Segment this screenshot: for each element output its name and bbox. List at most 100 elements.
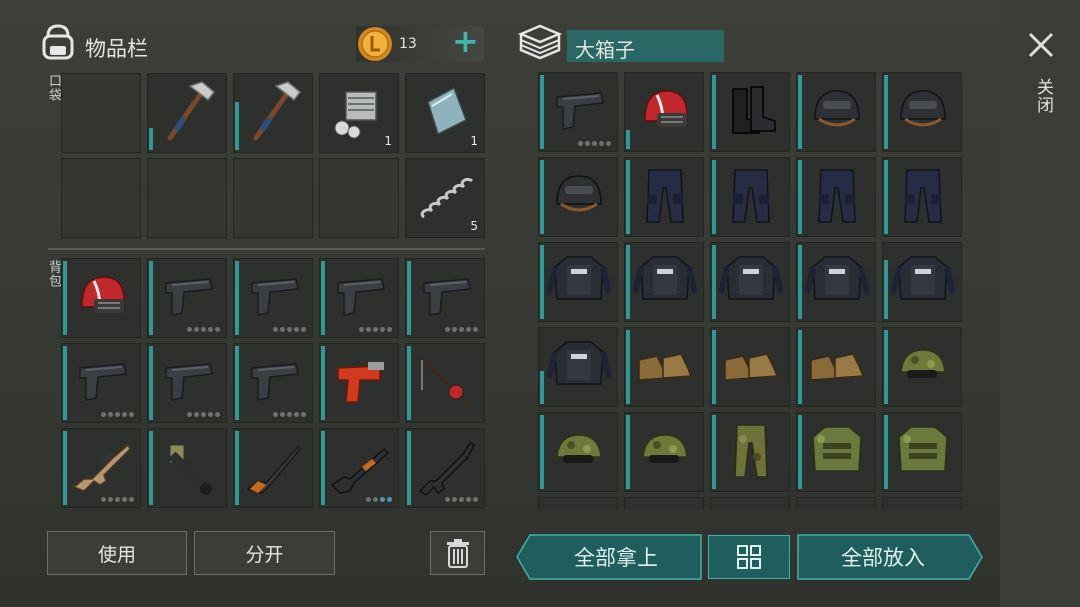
chest-slot[interactable] <box>624 157 704 237</box>
backpack-slot[interactable] <box>147 258 227 338</box>
police-vest-icon <box>719 256 783 300</box>
backpack-slot[interactable] <box>61 258 141 338</box>
backpack-slot[interactable] <box>61 343 141 423</box>
section-divider <box>48 248 485 250</box>
backpack-slot[interactable] <box>319 258 399 338</box>
chest-slot[interactable] <box>538 327 618 407</box>
chest-slot[interactable] <box>710 412 790 492</box>
durability-bar <box>626 160 630 234</box>
put-all-button[interactable]: 全部放入 <box>797 534 969 580</box>
chest-slot[interactable] <box>796 497 876 510</box>
chest-slot[interactable] <box>796 72 876 152</box>
chest-slot[interactable] <box>882 242 962 322</box>
close-button[interactable]: 关闭 <box>1031 78 1056 114</box>
pocket-slot[interactable]: 5 <box>405 158 485 238</box>
durability-bar <box>540 75 544 149</box>
chest-slot[interactable] <box>710 497 790 510</box>
backpack-slot[interactable] <box>319 343 399 423</box>
durability-bar <box>712 75 716 149</box>
chest-slot[interactable] <box>882 327 962 407</box>
ammo-dots <box>273 412 306 417</box>
spring-icon <box>420 177 474 219</box>
chest-slot[interactable] <box>882 72 962 152</box>
sort-button[interactable] <box>708 535 790 579</box>
chest-slot[interactable] <box>796 157 876 237</box>
chest-slot[interactable] <box>538 72 618 152</box>
chest-slot[interactable] <box>796 327 876 407</box>
ammo-dots <box>359 327 392 332</box>
chest-slot[interactable] <box>882 497 962 510</box>
backpack-icon <box>42 24 74 60</box>
hatchet-icon <box>253 81 302 141</box>
pistol-icon <box>556 92 604 130</box>
military-helmet-icon <box>556 175 602 212</box>
durability-bar <box>149 346 153 420</box>
tan-boots-icon <box>724 353 779 381</box>
backpack-slot[interactable] <box>405 343 485 423</box>
pocket-slot[interactable]: 1 <box>405 73 485 153</box>
pocket-slot[interactable] <box>233 73 313 153</box>
backpack-slot[interactable] <box>147 428 227 508</box>
chest-slot[interactable] <box>710 157 790 237</box>
backpack-slot[interactable] <box>233 343 313 423</box>
use-button[interactable]: 使用 <box>47 531 187 575</box>
chest-slot[interactable] <box>624 327 704 407</box>
coin-icon <box>358 27 392 61</box>
pocket-slot[interactable] <box>319 158 399 238</box>
backpack-slot[interactable] <box>405 258 485 338</box>
chest-slot[interactable] <box>882 412 962 492</box>
pocket-slot[interactable]: 1 <box>319 73 399 153</box>
chest-slot[interactable] <box>796 412 876 492</box>
backpack-slot[interactable] <box>147 343 227 423</box>
chest-slot[interactable] <box>710 327 790 407</box>
chest-slot[interactable] <box>882 157 962 237</box>
trash-button[interactable] <box>430 531 485 575</box>
durability-bar <box>798 415 802 489</box>
tan-boots-icon <box>810 353 865 381</box>
pocket-slot[interactable] <box>61 73 141 153</box>
chest-grid <box>538 72 963 510</box>
boots-icon <box>732 86 776 134</box>
shotgun-icon <box>330 447 390 494</box>
durability-bar <box>626 415 630 489</box>
chest-slot[interactable] <box>710 72 790 152</box>
camo-cap-icon <box>900 349 946 378</box>
chest-slot[interactable] <box>624 497 704 510</box>
pocket-slot[interactable] <box>147 73 227 153</box>
grid-sort-icon <box>737 545 761 569</box>
chest-slot[interactable] <box>624 242 704 322</box>
backpack-slot[interactable] <box>233 258 313 338</box>
camo-pants-icon <box>734 424 768 478</box>
durability-bar <box>321 261 325 335</box>
add-coins-button[interactable]: + <box>452 22 479 60</box>
inventory-title: 物品栏 <box>85 37 148 61</box>
chest-slot[interactable] <box>796 242 876 322</box>
pistol-icon <box>251 363 299 401</box>
durability-bar <box>798 330 802 404</box>
backpack-slot[interactable] <box>405 428 485 508</box>
pocket-slot[interactable] <box>233 158 313 238</box>
split-button[interactable]: 分开 <box>194 531 335 575</box>
pocket-slot[interactable] <box>147 158 227 238</box>
pistol-icon <box>165 363 213 401</box>
item-count: 5 <box>470 219 478 233</box>
camo-cap-icon <box>642 434 688 463</box>
chest-slot[interactable] <box>538 157 618 237</box>
backpack-slot[interactable] <box>233 428 313 508</box>
tan-boots-icon <box>638 353 693 381</box>
chest-slot[interactable] <box>538 412 618 492</box>
backpack-slot[interactable] <box>61 428 141 508</box>
backpack-slot[interactable] <box>319 428 399 508</box>
chest-slot[interactable] <box>624 72 704 152</box>
ammo-dots <box>445 327 478 332</box>
pocket-slot[interactable] <box>61 158 141 238</box>
durability-bar <box>321 346 325 420</box>
chest-slot[interactable] <box>710 242 790 322</box>
close-icon[interactable] <box>1026 30 1056 60</box>
chest-slot[interactable] <box>538 242 618 322</box>
police-pants-icon <box>646 169 684 223</box>
ammo-dots <box>366 497 392 502</box>
chest-slot[interactable] <box>538 497 618 510</box>
chest-slot[interactable] <box>624 412 704 492</box>
take-all-button[interactable]: 全部拿上 <box>530 534 702 580</box>
